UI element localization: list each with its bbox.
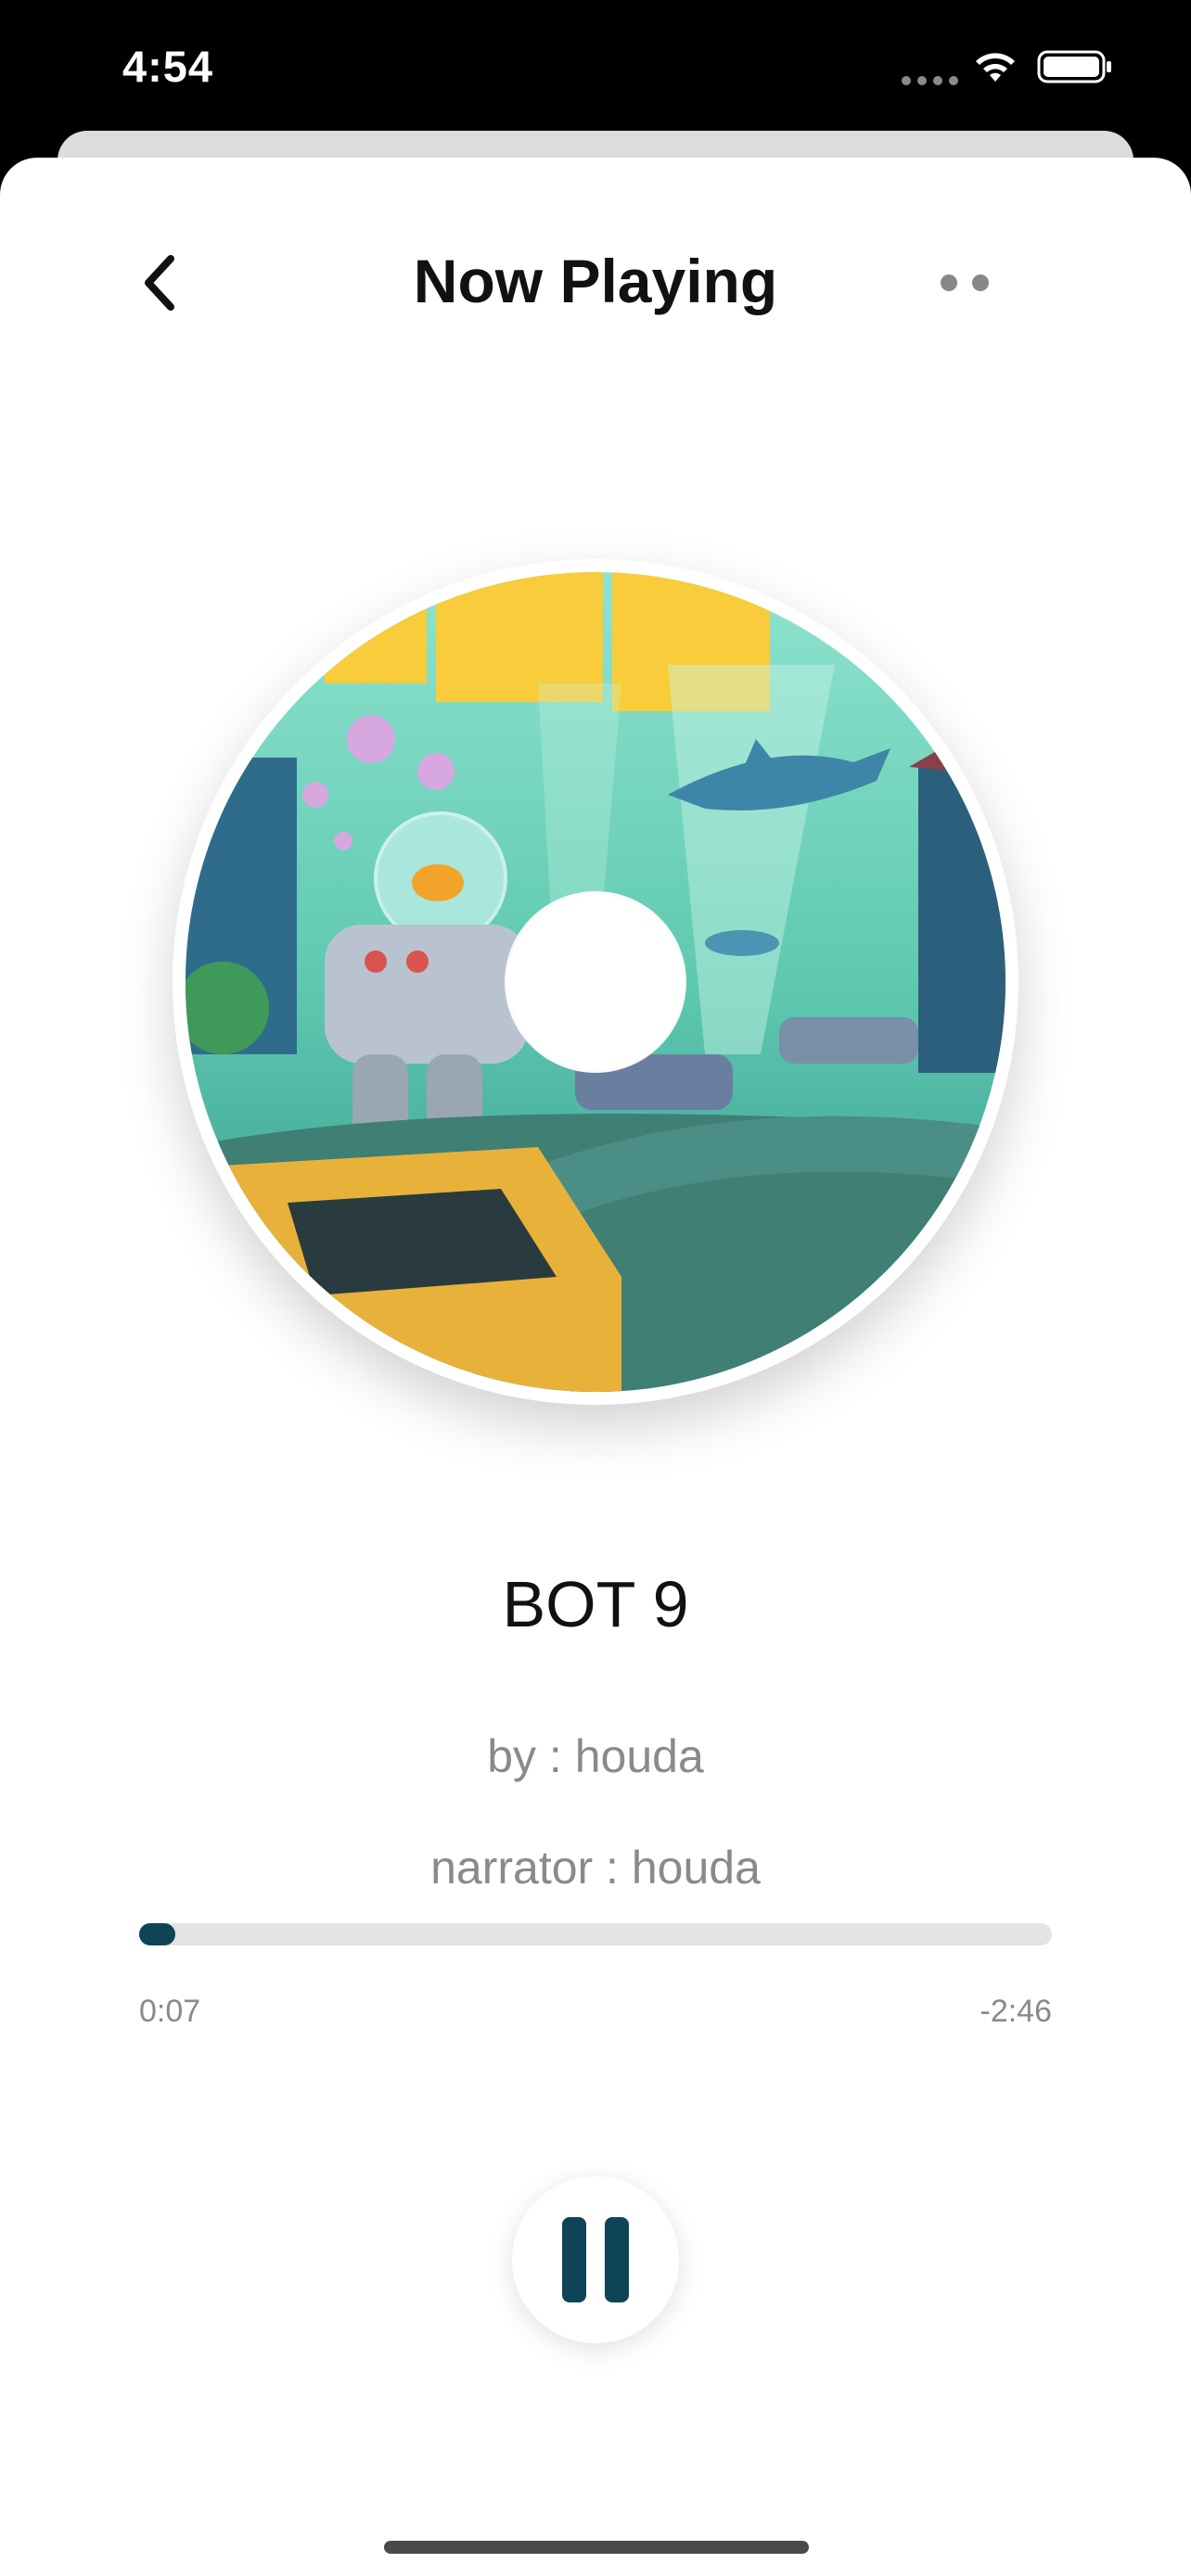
wifi-icon [976,53,1015,82]
time-remaining: -2:46 [980,1994,1053,2029]
battery-icon [1037,50,1111,83]
pause-button[interactable] [512,2176,679,2343]
track-narrator: narrator : houda [430,1842,761,1894]
more-options-button[interactable] [928,264,1002,301]
progress-slider[interactable] [139,1923,1052,1945]
pause-icon [562,2217,586,2302]
status-time: 4:54 [122,42,214,91]
track-title: BOT 9 [502,1568,689,1640]
cellular-signal-icon [902,76,958,85]
album-disc [173,559,1018,1405]
disc-center-hole [505,891,686,1073]
home-indicator [384,2541,809,2554]
track-author: by : houda [487,1730,704,1782]
time-elapsed: 0:07 [139,1994,201,2029]
more-dots-icon [941,274,957,291]
page-title: Now Playing [413,247,778,315]
status-bar: 4:54 [0,0,1191,139]
progress-fill [139,1923,176,1945]
